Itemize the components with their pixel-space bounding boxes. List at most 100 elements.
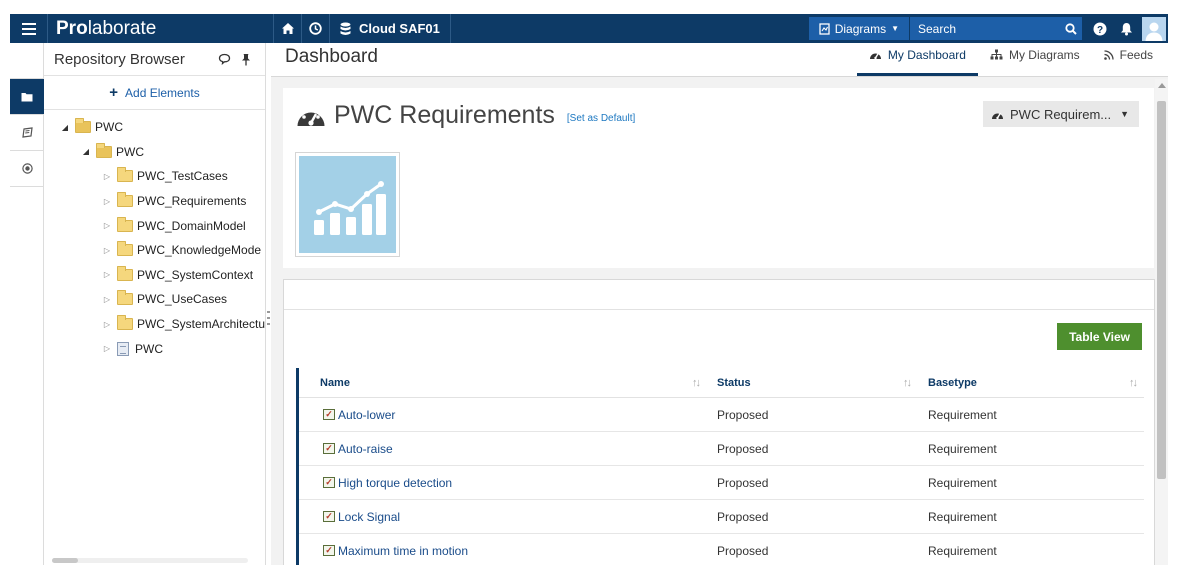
column-header-basetype[interactable]: Basetype ↑↓ (918, 368, 1144, 398)
collapsed-arrow-icon[interactable]: ▷ (101, 344, 113, 353)
collapsed-arrow-icon[interactable]: ▷ (101, 270, 113, 279)
tree-item[interactable]: ▷ PWC_SystemArchitectu (44, 312, 265, 337)
list-card-header (284, 280, 1154, 310)
tree-item[interactable]: ▷ PWC_TestCases (44, 164, 265, 189)
set-as-default-link[interactable]: [Set as Default] (567, 113, 635, 124)
folder-icon (21, 92, 33, 101)
folder-icon (117, 290, 133, 306)
requirement-icon: ✓ (323, 443, 335, 454)
bell-icon[interactable] (1113, 14, 1140, 43)
add-elements-button[interactable]: + Add Elements (44, 76, 265, 110)
collapsed-arrow-icon[interactable]: ▷ (101, 221, 113, 230)
target-toggle[interactable] (10, 151, 44, 187)
diagram-icon (819, 22, 830, 35)
table-view-button[interactable]: Table View (1057, 323, 1142, 350)
sort-icon: ↑↓ (692, 376, 701, 389)
expanded-arrow-icon[interactable]: ◢ (80, 147, 92, 156)
horizontal-scrollbar[interactable] (52, 558, 248, 563)
requirement-icon: ✓ (323, 477, 335, 488)
expanded-arrow-icon[interactable]: ◢ (59, 123, 71, 132)
tree-item[interactable]: ◢ PWC (44, 140, 265, 165)
table-row[interactable]: ✓ Maximum time in motion Proposed Requireme… (299, 534, 1144, 565)
open-folder-icon (96, 142, 112, 158)
clock-icon[interactable] (302, 14, 330, 43)
requirement-link[interactable]: Maximum time in motion (338, 544, 468, 558)
dashboard-selector[interactable]: PWC Requirem... ▼ (983, 101, 1139, 127)
comment-icon[interactable] (213, 53, 235, 65)
cell-basetype: Requirement (928, 475, 997, 490)
requirement-link[interactable]: Auto-lower (338, 408, 395, 422)
tree-item[interactable]: ▷ PWC_KnowledgeMode (44, 238, 265, 263)
tree-item-label: PWC (95, 120, 123, 135)
cell-status: Proposed (717, 475, 769, 490)
column-header-name[interactable]: Name ↑↓ (299, 368, 707, 398)
tab-my-dashboard[interactable]: My Dashboard (856, 42, 978, 76)
requirement-link[interactable]: Lock Signal (338, 510, 400, 524)
cell-name: ✓ Lock Signal (299, 510, 707, 524)
cell-name: ✓ Auto-raise (299, 442, 707, 456)
vertical-scrollbar[interactable] (1155, 79, 1168, 565)
tree-item-label: PWC (116, 144, 144, 159)
hamburger-menu-icon[interactable] (10, 14, 48, 43)
tree-item[interactable]: ▷ PWC_Requirements (44, 189, 265, 214)
sort-icon: ↑↓ (903, 376, 912, 389)
folder-icon (116, 315, 133, 331)
tree-item[interactable]: ▷ PWC (44, 336, 265, 361)
repository-browser-toggle[interactable] (10, 79, 44, 115)
panel-resize-handle[interactable] (267, 311, 270, 325)
column-status-label: Status (717, 376, 751, 389)
collapsed-arrow-icon[interactable]: ▷ (101, 320, 113, 329)
tree-item[interactable]: ▷ PWC_DomainModel (44, 213, 265, 238)
logo-bold-text: Pro (56, 17, 88, 39)
table-row[interactable]: ✓ Lock Signal Proposed Requirement (299, 500, 1144, 534)
collapsed-arrow-icon[interactable]: ▷ (101, 295, 113, 304)
main-area: Dashboard My Dashboard My Diagrams Feeds… (271, 43, 1168, 565)
tab-feeds[interactable]: Feeds (1092, 42, 1165, 76)
cell-status: Proposed (717, 543, 769, 558)
app-logo[interactable]: Pro laborate (48, 14, 274, 43)
package-icon (117, 341, 129, 356)
requirements-list-card: Table View Name ↑↓ Status ↑↓ Basetype ↑↓ ✓ A… (283, 279, 1155, 565)
main-header: Dashboard My Dashboard My Diagrams Feeds (271, 43, 1168, 77)
search-scope-label: Diagrams (834, 21, 887, 36)
widget-thumbnail[interactable] (295, 152, 400, 257)
tree-item-label: PWC_KnowledgeMode (137, 243, 262, 258)
tree-item[interactable]: ▷ PWC_SystemContext (44, 263, 265, 288)
requirement-link[interactable]: Auto-raise (338, 442, 393, 456)
search-scope-dropdown[interactable]: Diagrams ▼ (809, 17, 910, 40)
cell-basetype: Requirement (928, 543, 997, 558)
top-navbar: Prolaborate Cloud SAF01 Diagrams ▼ ? (10, 14, 1168, 43)
cell-basetype: Requirement (928, 441, 997, 456)
cell-basetype: Requirement (928, 509, 997, 524)
repository-name: Cloud SAF01 (359, 21, 440, 36)
collapsed-arrow-icon[interactable]: ▷ (101, 172, 113, 181)
scrollbar-thumb[interactable] (1157, 101, 1166, 479)
dashboard-card: PWC Requirements [Set as Default] PWC Re… (283, 88, 1154, 268)
collapsed-arrow-icon[interactable]: ▷ (101, 197, 113, 206)
repository-selector[interactable]: Cloud SAF01 (330, 14, 451, 43)
cell-basetype: Requirement (928, 407, 997, 422)
tree-item[interactable]: ▷ PWC_UseCases (44, 287, 265, 312)
tab-my-diagrams[interactable]: My Diagrams (978, 42, 1092, 76)
svg-text:?: ? (1096, 24, 1102, 35)
table-row[interactable]: ✓ High torque detection Proposed Requiremen… (299, 466, 1144, 500)
tree-item[interactable]: ◢ PWC (44, 115, 265, 140)
diagram-browser-toggle[interactable] (10, 115, 44, 151)
column-header-status[interactable]: Status ↑↓ (707, 368, 918, 398)
collapsed-arrow-icon[interactable]: ▷ (101, 246, 113, 255)
tree-item-label: PWC_Requirements (137, 194, 247, 209)
avatar[interactable] (1142, 16, 1166, 41)
scroll-up-icon[interactable] (1158, 83, 1166, 88)
search-input[interactable] (910, 17, 1060, 40)
home-icon[interactable] (274, 14, 302, 43)
pin-icon[interactable] (235, 53, 257, 66)
dashboard-selector-value: PWC Requirem... (1010, 106, 1112, 122)
help-icon[interactable]: ? (1086, 14, 1113, 43)
page-title: Dashboard (285, 46, 378, 67)
table-row[interactable]: ✓ Auto-lower Proposed Requirement (299, 398, 1144, 432)
chart-widget-icon (299, 156, 396, 253)
requirement-link[interactable]: High torque detection (338, 476, 452, 490)
table-row[interactable]: ✓ Auto-raise Proposed Requirement (299, 432, 1144, 466)
search-icon[interactable] (1060, 17, 1082, 40)
sitemap-icon (990, 49, 1003, 60)
